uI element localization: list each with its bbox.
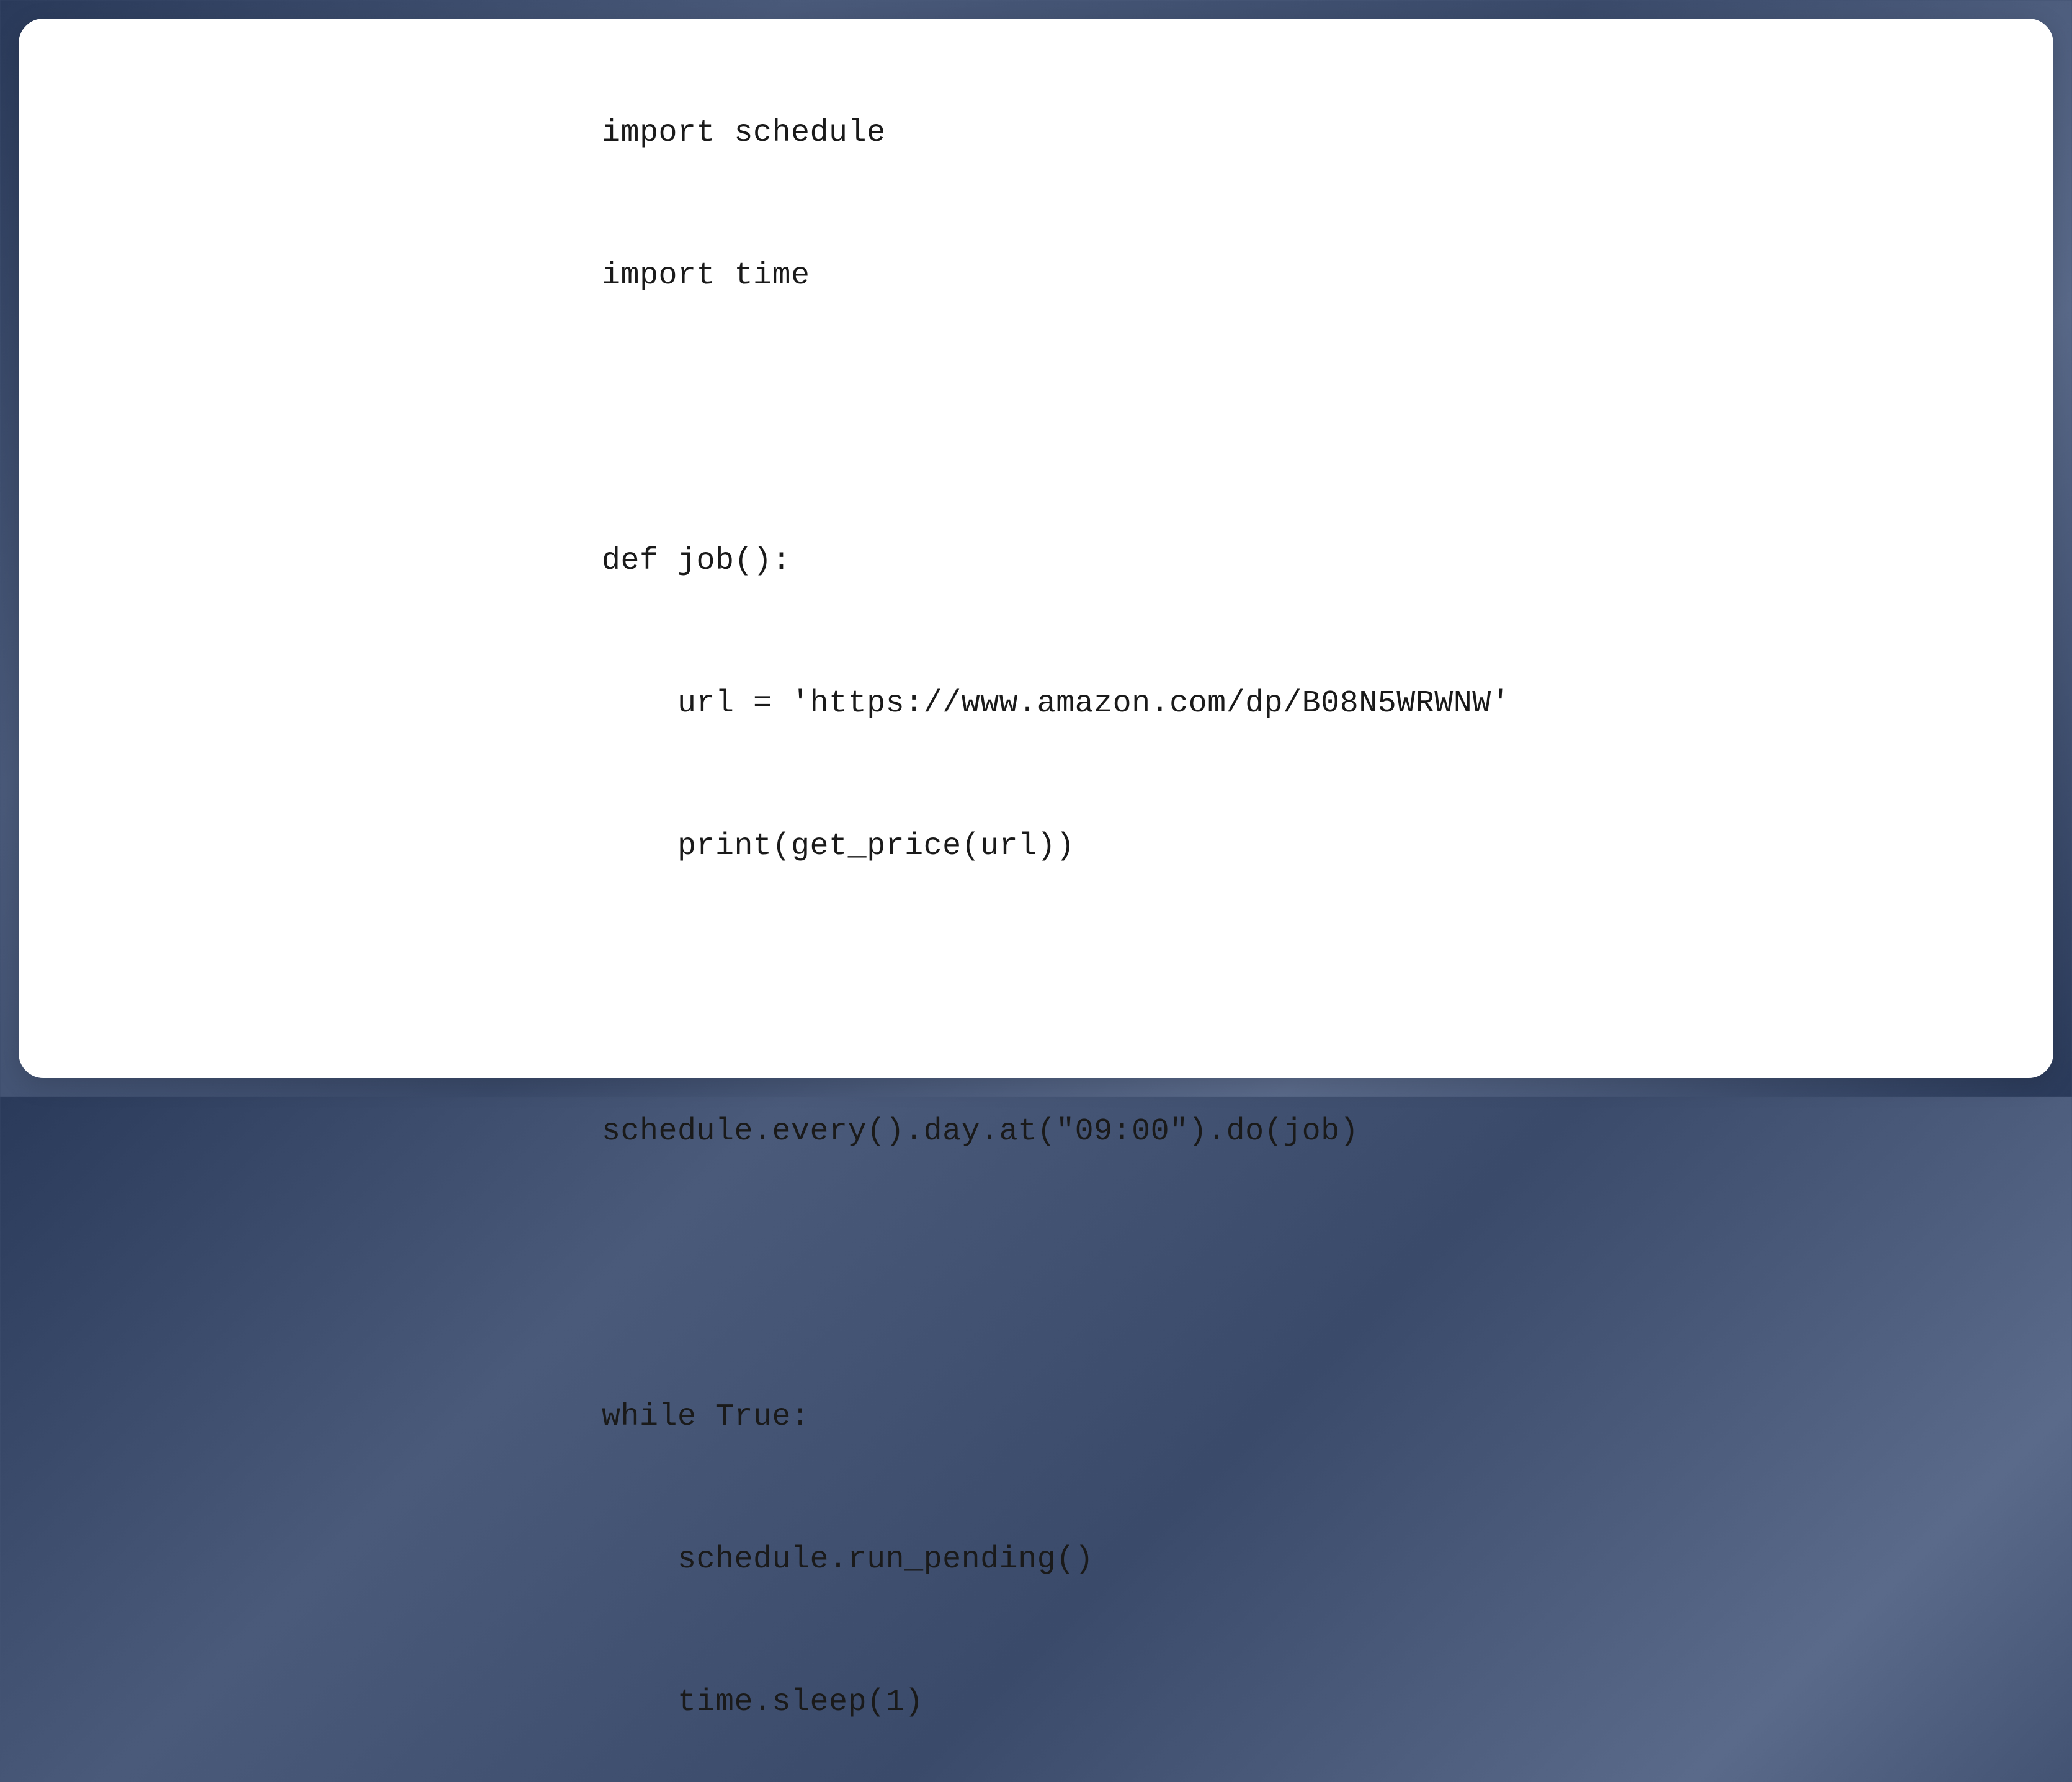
code-line: time.sleep(1) xyxy=(602,1687,2004,1718)
code-line xyxy=(602,403,2004,434)
code-line: schedule.every().day.at("09:00").do(job) xyxy=(602,1116,2004,1147)
code-line: print(get_price(url)) xyxy=(602,831,2004,862)
code-line: import schedule xyxy=(602,118,2004,149)
code-line: while True: xyxy=(602,1402,2004,1433)
code-line xyxy=(602,974,2004,1005)
code-block: import schedule import time def job(): u… xyxy=(602,56,2004,1780)
code-line: schedule.run_pending() xyxy=(602,1544,2004,1575)
code-line: import time xyxy=(602,261,2004,292)
code-line: url = 'https://www.amazon.com/dp/B08N5WR… xyxy=(602,688,2004,719)
code-line xyxy=(602,1259,2004,1290)
code-card: import schedule import time def job(): u… xyxy=(19,19,2053,1078)
code-line: def job(): xyxy=(602,546,2004,577)
